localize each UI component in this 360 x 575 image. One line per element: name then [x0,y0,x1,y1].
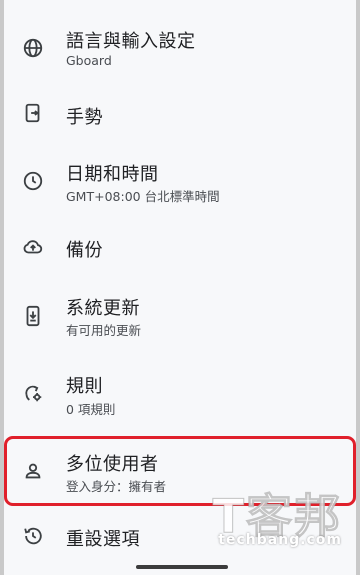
settings-item-title: 語言與輸入設定 [66,31,196,52]
history-icon [22,525,44,547]
clock-icon [22,170,44,192]
person-icon [22,460,44,482]
settings-screen: 語言與輸入設定 Gboard 手勢 日期和時間 GMT+08:00 台北標準時間 [4,0,356,575]
settings-item-subtitle: Gboard [66,53,112,68]
settings-item-subtitle: GMT+08:00 台北標準時間 [66,189,220,204]
system-update-icon [22,305,44,327]
settings-item-title: 多位使用者 [66,454,159,475]
home-gesture-bar[interactable] [136,565,228,569]
settings-item-reset-options[interactable]: 重設選項 [4,510,356,562]
settings-item-backup[interactable]: 備份 [4,215,356,283]
settings-item-date-time[interactable]: 日期和時間 GMT+08:00 台北標準時間 [4,150,356,215]
settings-item-multiple-users[interactable]: 多位使用者 登入身分：擁有者 [4,436,356,506]
settings-item-title: 日期和時間 [66,164,159,185]
settings-item-system-update[interactable]: 系統更新 有可用的更新 [4,283,356,353]
settings-item-subtitle: 有可用的更新 [66,323,142,338]
settings-item-subtitle: 登入身分：擁有者 [66,479,167,494]
gesture-icon [22,102,44,124]
rules-icon [22,382,44,404]
settings-item-title: 規則 [66,376,103,397]
settings-item-language-input[interactable]: 語言與輸入設定 Gboard [4,0,356,90]
globe-icon [22,37,44,59]
cloud-upload-icon [22,236,44,258]
settings-item-subtitle: 0 項規則 [66,402,116,417]
settings-item-title: 手勢 [66,107,103,128]
settings-item-gestures[interactable]: 手勢 [4,90,356,150]
settings-item-title: 備份 [66,240,103,261]
settings-item-rules[interactable]: 規則 0 項規則 [4,353,356,433]
settings-item-title: 重設選項 [66,529,140,550]
settings-item-title: 系統更新 [66,298,140,319]
